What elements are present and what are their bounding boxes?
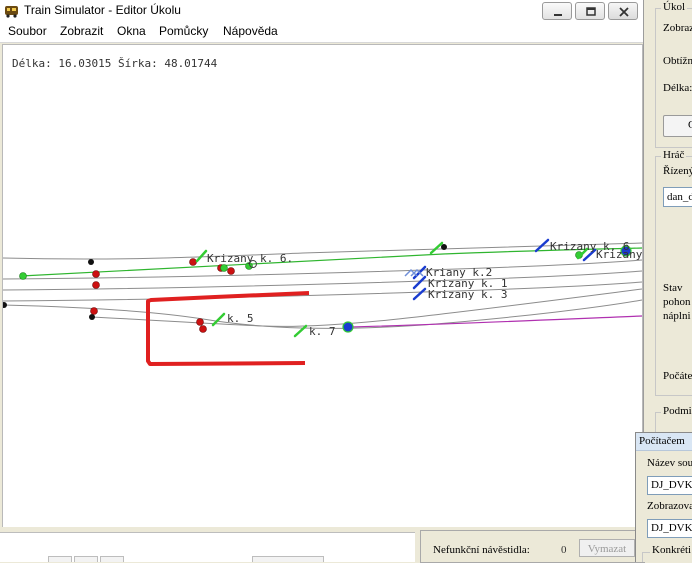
task-button-label: C (688, 119, 692, 131)
drive-label: pohon (663, 296, 691, 308)
source-name-input[interactable]: DJ_DVK (647, 476, 692, 495)
menu-soubor[interactable]: Soubor (8, 24, 47, 38)
length-label: Délka: (663, 82, 692, 94)
broken-signals-label: Nefunkční návěstidla: (433, 544, 530, 556)
dialog-title-bar[interactable]: Počítačem (636, 433, 692, 451)
red-signal (90, 307, 98, 315)
red-signal (92, 281, 100, 289)
controlled-label: Řízený (663, 165, 692, 177)
source-name-label: Název sou (647, 457, 692, 469)
track-label-k5: k. 5 (227, 312, 254, 325)
menu-pomucky[interactable]: Pomůcky (159, 24, 208, 38)
minimize-icon (554, 14, 562, 16)
route-endpoint-marker[interactable] (342, 321, 354, 333)
track-endpoint (3, 302, 7, 308)
lower-pane-tab[interactable] (100, 556, 124, 562)
blue-marker (412, 275, 427, 290)
green-signal (220, 264, 228, 272)
red-signal (196, 318, 204, 326)
green-marker (211, 312, 226, 327)
maximize-button[interactable] (575, 2, 605, 20)
green-signals[interactable] (19, 251, 583, 280)
track-label-k6: Krizany k. 6. (207, 252, 293, 265)
menu-bar: Soubor Zobrazit Okna Pomůcky Nápověda (0, 22, 643, 43)
menu-napoveda[interactable]: Nápověda (223, 24, 278, 38)
track-map[interactable]: Krizany k. 6. Krizany k. 6 Krizany Krian… (3, 45, 642, 527)
lower-pane-tab[interactable] (252, 556, 324, 562)
blue-marker (412, 287, 427, 301)
player-group-label: Hráč (661, 149, 687, 161)
close-button[interactable] (608, 2, 638, 20)
route-track-line (348, 315, 642, 328)
task-group-label: Úkol (661, 1, 687, 13)
track-label-k7: k. 7 (309, 325, 336, 338)
display-label: Zobraz (663, 22, 692, 34)
app-window: Train Simulator - Editor Úkolu Soubor Zo… (0, 0, 645, 563)
minimize-button[interactable] (542, 2, 572, 20)
lower-pane-tab[interactable] (74, 556, 98, 562)
train-app-icon (5, 6, 18, 18)
count-label: Počáte (663, 370, 692, 382)
map-canvas[interactable]: Krizany k. 6. Krizany k. 6 Krizany Krian… (2, 44, 643, 528)
concrete-group-label: Konkréti (650, 544, 692, 556)
green-marker (429, 241, 444, 255)
fill-label: náplni (663, 310, 691, 322)
maximize-icon (586, 7, 596, 16)
display-name-input[interactable]: DJ_DVK (647, 519, 692, 538)
conditions-group-label: Podmi (661, 405, 692, 417)
menu-zobrazit[interactable]: Zobrazit (60, 24, 103, 38)
lower-pane-tab[interactable] (48, 556, 72, 562)
red-signal (189, 258, 197, 266)
controlled-select[interactable]: dan_d (663, 187, 692, 207)
menu-okna[interactable]: Okna (117, 24, 146, 38)
state-label: Stav (663, 282, 683, 294)
red-signal (227, 267, 235, 275)
title-bar[interactable]: Train Simulator - Editor Úkolu (0, 0, 643, 23)
green-marker (195, 249, 208, 263)
clear-button[interactable]: Vymazat (579, 539, 635, 557)
dialog-title: Počítačem (639, 435, 685, 447)
difficulty-label: Obtížn (663, 55, 692, 67)
red-signal (199, 325, 207, 333)
coordinates-readout: Délka: 16.03015 Šírka: 48.01744 (12, 57, 218, 70)
track-label-right: Krizany (596, 248, 642, 261)
broken-signals-count: 0 (561, 544, 567, 556)
track-endpoint (88, 259, 94, 265)
broken-signals-panel: Nefunkční návěstidla: 0 Vymazat (420, 530, 645, 563)
red-annotation-stroke (146, 291, 310, 366)
close-icon (619, 7, 629, 17)
window-title: Train Simulator - Editor Úkolu (24, 3, 181, 17)
display-name-label: Zobrazova (647, 500, 692, 512)
track-label-k3: Krizany k. 3 (428, 288, 507, 301)
red-signal (92, 270, 100, 278)
task-button[interactable]: C (663, 115, 692, 137)
green-signal (19, 272, 27, 280)
track-endpoint (89, 314, 95, 320)
track-endpoint (441, 244, 447, 250)
computer-dialog: Počítačem Název sou DJ_DVK Zobrazova DJ_… (635, 432, 692, 562)
track-line (90, 288, 642, 327)
